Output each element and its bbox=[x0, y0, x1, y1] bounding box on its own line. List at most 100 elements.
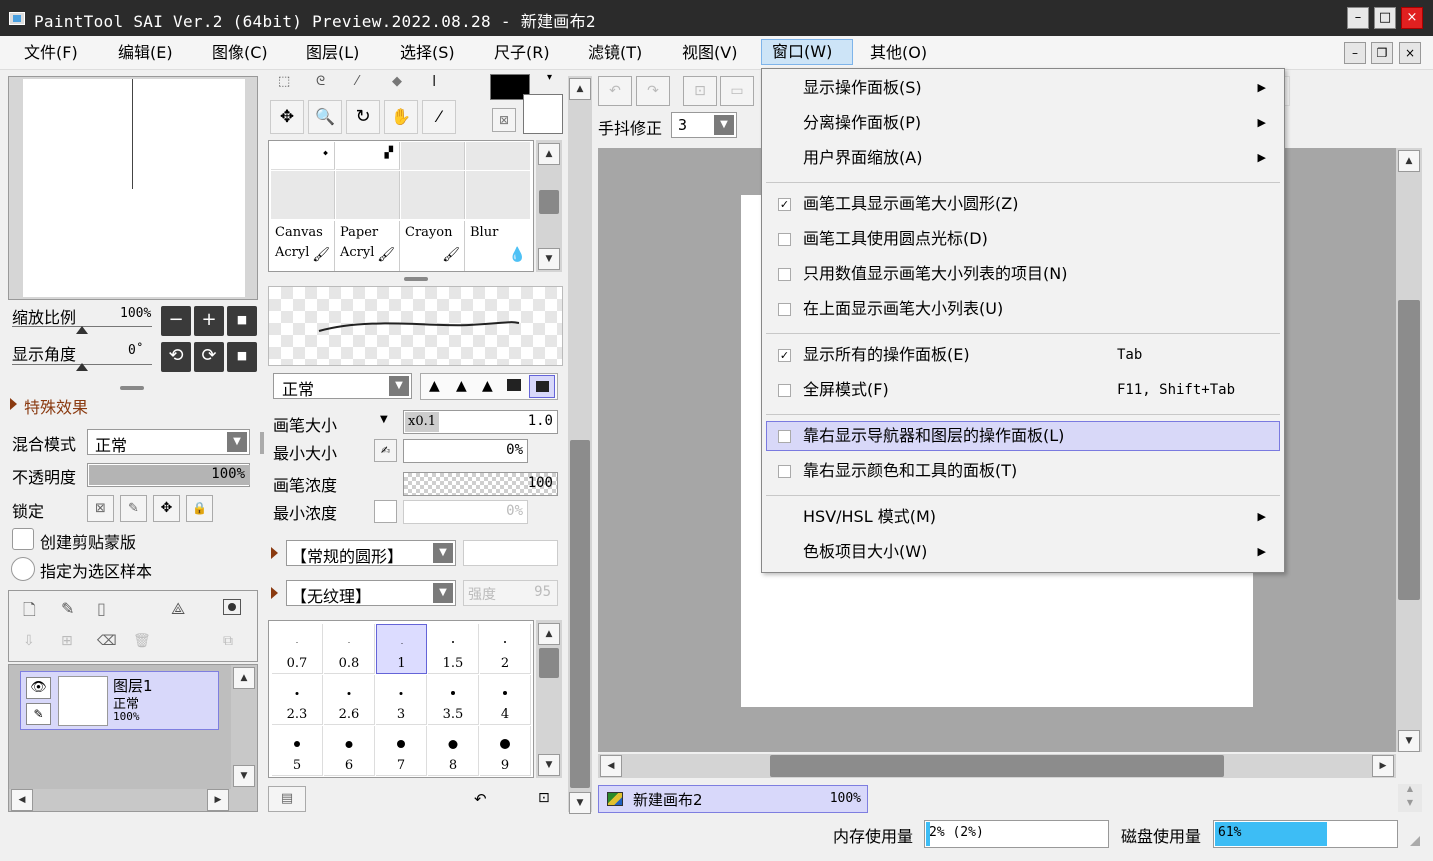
scroll-down-button[interactable]: ▼ bbox=[233, 765, 255, 787]
menu-select[interactable]: 选择(S) bbox=[390, 41, 465, 67]
pencil-icon[interactable]: ✎ bbox=[26, 703, 51, 725]
background-color[interactable] bbox=[523, 94, 563, 134]
mdi-restore-button[interactable]: ❐ bbox=[1371, 42, 1393, 64]
brush-size-cell[interactable]: 8 bbox=[428, 726, 479, 776]
expand-shape-icon[interactable] bbox=[271, 547, 278, 559]
move-icon[interactable]: ✥ bbox=[270, 100, 304, 134]
brush-size-cell[interactable]: 3.5 bbox=[428, 675, 479, 725]
menu-layer[interactable]: 图层(L) bbox=[296, 41, 369, 67]
zoom-out-button[interactable]: − bbox=[161, 306, 191, 336]
menu-size-list-top[interactable]: 在上面显示画笔大小列表(U) bbox=[766, 294, 1280, 324]
delete-layer-icon[interactable]: 🗑 bbox=[133, 633, 151, 649]
scroll-up-button[interactable]: ▲ bbox=[538, 623, 560, 645]
density-slider[interactable]: 100 bbox=[403, 472, 558, 496]
tab-scroll[interactable]: ▲ ▼ bbox=[1398, 784, 1422, 812]
layer-effect-icon[interactable]: ⟁ bbox=[171, 599, 185, 619]
expand-texture-icon[interactable] bbox=[271, 587, 278, 599]
menu-ruler[interactable]: 尺子(R) bbox=[484, 41, 560, 67]
brush-size-cell[interactable]: 5 bbox=[272, 726, 323, 776]
brush-shape-select[interactable]: 【常规的圆形】 ▼ bbox=[286, 540, 456, 566]
lasso-icon[interactable]: ᘓ bbox=[316, 74, 325, 89]
brush-palette[interactable]: ⬩ ▞ Canvas Acryl 🖌 Paper Acryl 🖌 Crayon … bbox=[268, 140, 534, 272]
layer-duplicate-icon[interactable]: ⧉ bbox=[223, 633, 233, 649]
scroll-thumb[interactable] bbox=[770, 755, 1224, 777]
brush-size-cell[interactable]: 1 bbox=[376, 624, 427, 674]
scroll-thumb[interactable] bbox=[1398, 300, 1420, 600]
lock-all-icon[interactable]: 🔒 bbox=[186, 495, 213, 522]
brush-canvas-acryl[interactable]: Canvas Acryl 🖌 bbox=[271, 221, 335, 271]
scroll-thumb[interactable] bbox=[570, 440, 590, 788]
rotate-icon[interactable]: ↻ bbox=[346, 100, 380, 134]
menu-filter[interactable]: 滤镜(T) bbox=[578, 41, 652, 67]
tool-panel-scrollbar[interactable]: ▲ ▼ bbox=[568, 76, 592, 814]
menu-image[interactable]: 图像(C) bbox=[202, 41, 278, 67]
canvas-hscrollbar[interactable]: ◀ ▶ bbox=[598, 754, 1396, 778]
menu-file[interactable]: 文件(F) bbox=[14, 41, 88, 67]
layer-list[interactable]: 👁 ✎ 图层1 正常 100% ▲ ▼ ◀ ▶ bbox=[8, 664, 258, 812]
new-folder-icon[interactable]: ▯ bbox=[97, 599, 106, 618]
menu-other[interactable]: 其他(O) bbox=[860, 41, 937, 67]
document-tab[interactable]: 新建画布2 100% bbox=[598, 785, 868, 813]
menu-show-panels[interactable]: 显示操作面板(S) ▶ bbox=[766, 73, 1280, 103]
text-icon[interactable]: I bbox=[432, 72, 436, 90]
menu-dot-cursor[interactable]: 画笔工具使用圆点光标(D) bbox=[766, 224, 1280, 254]
scroll-down-button[interactable]: ▼ bbox=[538, 248, 560, 270]
scroll-up-button[interactable]: ▲ bbox=[569, 78, 591, 100]
brush-size-cell[interactable]: 2.6 bbox=[324, 675, 375, 725]
hand-icon[interactable]: ✋ bbox=[384, 100, 418, 134]
minimize-button[interactable]: – bbox=[1347, 7, 1369, 29]
scroll-right-button[interactable]: ▶ bbox=[207, 789, 229, 811]
redo-icon[interactable]: ↷ bbox=[636, 76, 670, 106]
scroll-down-button[interactable]: ▼ bbox=[569, 792, 591, 814]
brush-size-cell[interactable]: 2.3 bbox=[272, 675, 323, 725]
undo-icon[interactable]: ↶ bbox=[598, 76, 632, 106]
brush-slot-empty[interactable]: ⬩ bbox=[271, 142, 335, 170]
brush-size-multiplier[interactable]: x0.1 bbox=[405, 412, 440, 432]
menu-fullscreen[interactable]: 全屏模式(F) F11, Shift+Tab bbox=[766, 375, 1280, 405]
brush-size-cell[interactable]: 3 bbox=[376, 675, 427, 725]
scroll-up-button[interactable]: ▲ bbox=[1398, 150, 1420, 172]
layer-list-hscrollbar[interactable]: ◀ ▶ bbox=[9, 789, 231, 811]
zoom-in-button[interactable]: + bbox=[194, 306, 224, 336]
brush-size-slider[interactable]: x0.1 1.0 bbox=[403, 410, 558, 434]
swap-colors-icon[interactable]: ▾ bbox=[547, 72, 552, 83]
brush-slot-empty[interactable] bbox=[466, 142, 530, 170]
layer-list-scrollbar[interactable]: ▲ ▼ bbox=[231, 665, 257, 811]
min-density-slider[interactable]: 0% bbox=[403, 500, 528, 524]
shape-square-icon[interactable] bbox=[529, 375, 555, 398]
zoom-icon[interactable]: 🔍 bbox=[308, 100, 342, 134]
menu-color-tools-right[interactable]: 靠右显示颜色和工具的面板(T) bbox=[766, 456, 1280, 486]
brush-blur[interactable]: Blur 💧 bbox=[466, 221, 530, 271]
brush-slot-empty[interactable] bbox=[336, 171, 400, 219]
scroll-down-button[interactable]: ▼ bbox=[538, 754, 560, 776]
menu-show-all-panels[interactable]: ✓ 显示所有的操作面板(E) Tab bbox=[766, 340, 1280, 370]
lock-move-icon[interactable]: ✥ bbox=[153, 495, 180, 522]
menu-hsv-hsl-mode[interactable]: HSV/HSL 模式(M) ▶ bbox=[766, 502, 1280, 532]
brush-size-cell[interactable]: 7 bbox=[376, 726, 427, 776]
scroll-thumb[interactable] bbox=[539, 648, 559, 678]
select-rect-icon[interactable]: ⬚ bbox=[278, 74, 290, 89]
brush-slot-empty[interactable]: ▞ bbox=[336, 142, 400, 170]
brush-texture-select[interactable]: 【无纹理】 ▼ bbox=[286, 580, 456, 606]
mdi-close-button[interactable]: × bbox=[1399, 42, 1421, 64]
shape-strength-field[interactable] bbox=[463, 540, 558, 566]
blend-mode-select[interactable]: 正常 ▼ bbox=[87, 429, 250, 455]
save-tool-icon[interactable]: ⊡ bbox=[538, 790, 550, 806]
shape-sharp-icon[interactable]: ▲ bbox=[429, 378, 440, 394]
rotate-left-button[interactable]: ⟲ bbox=[161, 342, 191, 372]
menu-swatch-size[interactable]: 色板项目大小(W) ▶ bbox=[766, 537, 1280, 567]
lock-transparency-icon[interactable]: ⊠ bbox=[87, 495, 114, 522]
selection-sample-checkbox[interactable] bbox=[11, 557, 35, 581]
scroll-up-button[interactable]: ▲ bbox=[538, 143, 560, 165]
merge-down-icon[interactable]: ⇩ bbox=[23, 633, 35, 649]
resize-grip-icon[interactable] bbox=[1410, 836, 1420, 846]
brush-paper-acryl[interactable]: Paper Acryl 🖌 bbox=[336, 221, 400, 271]
opacity-slider[interactable]: 100% bbox=[87, 463, 250, 487]
eraser-select-icon[interactable]: ◆ bbox=[392, 74, 402, 89]
scroll-thumb[interactable] bbox=[539, 190, 559, 214]
menu-numeric-size-list[interactable]: 只用数值显示画笔大小列表的项目(N) bbox=[766, 259, 1280, 289]
stabilizer-select[interactable]: 3 ▼ bbox=[671, 112, 737, 138]
brush-slot-empty[interactable] bbox=[466, 171, 530, 219]
tab-scroll-up-icon[interactable]: ▲ bbox=[1400, 784, 1420, 796]
layer-mask-icon[interactable] bbox=[223, 599, 241, 615]
